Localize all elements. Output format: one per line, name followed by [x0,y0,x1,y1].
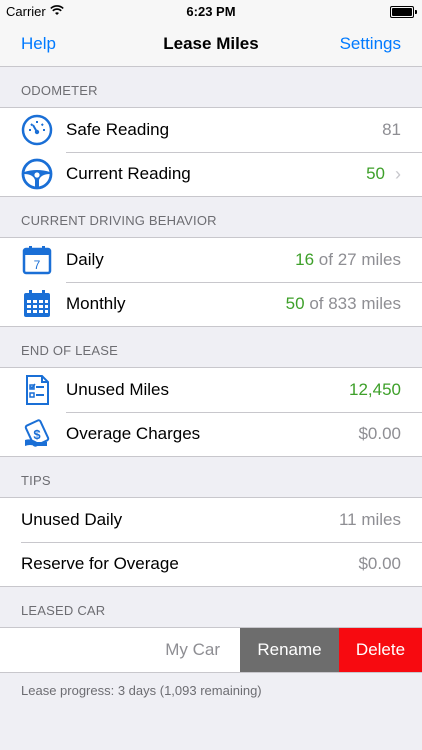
settings-button[interactable]: Settings [340,34,401,54]
nav-bar: Help Lease Miles Settings [0,22,422,67]
reserve-overage-label: Reserve for Overage [21,554,179,573]
car-name[interactable]: My Car [0,628,240,672]
overage-charges-row[interactable]: $ Overage Charges $0.00 [0,412,422,456]
lease-progress: Lease progress: 3 days (1,093 remaining) [21,683,262,698]
steering-wheel-icon [21,158,53,190]
monthly-suffix: of 833 miles [309,294,401,313]
section-header-leased-car: LEASED CAR [21,603,106,618]
monthly-value-group: 50 of 833 miles [286,294,401,314]
unused-daily-row[interactable]: Unused Daily 11 miles [0,498,422,542]
unused-miles-value: 12,450 [349,380,401,399]
odometer-group: Safe Reading 81 Current Reading 50 › [0,107,422,197]
daily-value-group: 16 of 27 miles [295,250,401,270]
monthly-label: Monthly [66,294,126,313]
rename-button[interactable]: Rename [240,628,339,672]
overage-charges-value: $0.00 [358,424,401,443]
safe-reading-row[interactable]: Safe Reading 81 [0,108,422,152]
delete-button[interactable]: Delete [339,628,422,672]
calendar-day-number: 7 [34,258,41,272]
chevron-right-icon: › [395,163,401,184]
section-header-tips: TIPS [21,473,51,488]
svg-text:$: $ [33,427,41,442]
calendar-day-icon: 7 [21,244,53,276]
safe-reading-label: Safe Reading [66,120,170,139]
money-icon: $ [21,418,53,450]
section-header-end-of-lease: END OF LEASE [21,343,119,358]
tips-group: Unused Daily 11 miles Reserve for Overag… [0,497,422,587]
reserve-overage-value: $0.00 [358,554,401,573]
monthly-row[interactable]: Monthly 50 of 833 miles [0,282,422,326]
unused-daily-label: Unused Daily [21,510,123,529]
current-reading-row[interactable]: Current Reading 50 › [0,152,422,196]
section-header-odometer: ODOMETER [21,83,98,98]
end-of-lease-group: Unused Miles 12,450 $ Overage Charges $0… [0,367,422,457]
unused-miles-row[interactable]: Unused Miles 12,450 [0,368,422,412]
reserve-overage-row[interactable]: Reserve for Overage $0.00 [0,542,422,586]
current-reading-value: 50 [366,164,385,183]
section-header-behavior: CURRENT DRIVING BEHAVIOR [21,213,217,228]
leased-car-row[interactable]: My Car Rename Delete [0,627,422,673]
safe-reading-value: 81 [382,120,401,139]
behavior-group: 7 Daily 16 of 27 miles Monthly 50 of 833… [0,237,422,327]
battery-icon [390,6,417,18]
status-time: 6:23 PM [186,4,236,19]
unused-miles-label: Unused Miles [66,380,169,399]
daily-value: 16 [295,250,315,269]
overage-charges-label: Overage Charges [66,424,201,443]
daily-row[interactable]: 7 Daily 16 of 27 miles [0,238,422,282]
gauge-icon [21,114,53,146]
checklist-icon [21,374,53,406]
daily-suffix: of 27 miles [318,250,401,269]
status-bar: Carrier 6:23 PM [0,0,422,22]
monthly-value: 50 [285,294,305,313]
unused-daily-value: 11 miles [338,510,401,529]
current-reading-label: Current Reading [66,164,191,183]
calendar-month-icon [21,288,53,320]
daily-label: Daily [66,250,104,269]
